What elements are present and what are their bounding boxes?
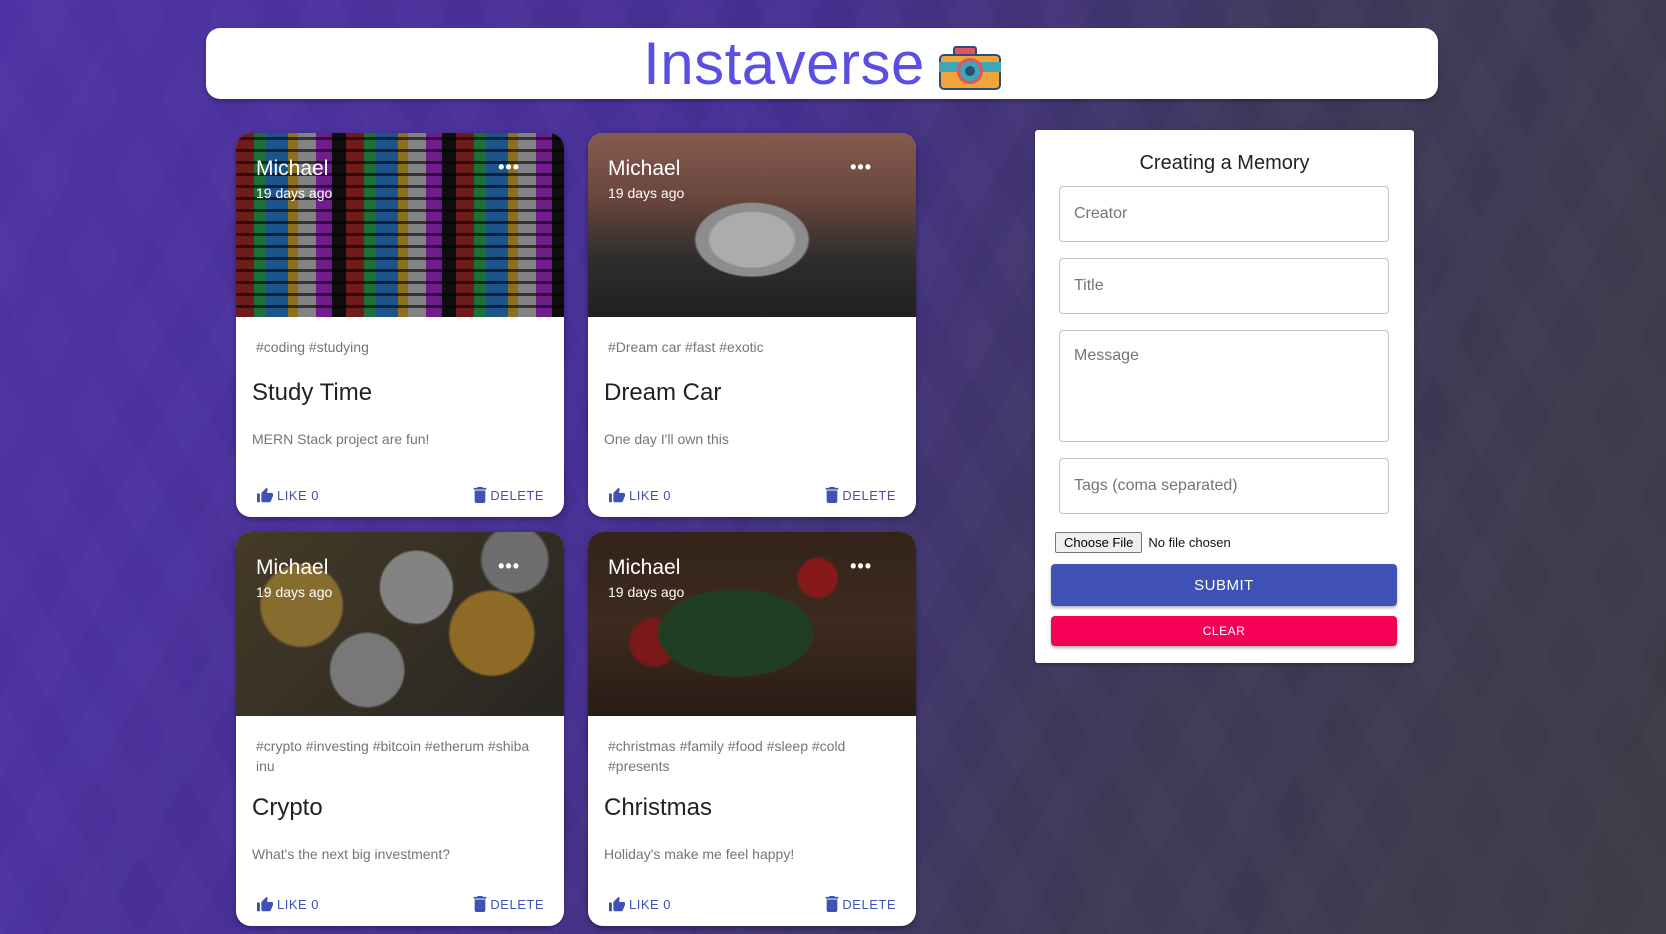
title-input[interactable] — [1060, 259, 1388, 313]
post-image: Michael 19 days ago ••• — [588, 133, 916, 317]
delete-label: DELETE — [842, 487, 896, 503]
delete-button[interactable]: DELETE — [473, 487, 544, 503]
like-button[interactable]: LIKE 0 — [256, 487, 319, 503]
post-message: What's the next big investment? — [252, 846, 450, 862]
message-input[interactable] — [1060, 331, 1388, 441]
post-tags: #Dream car #fast #exotic — [608, 339, 764, 355]
creator-input[interactable] — [1060, 187, 1388, 241]
post-time: 19 days ago — [608, 584, 685, 600]
like-button[interactable]: LIKE 0 — [256, 896, 319, 912]
post-time: 19 days ago — [256, 185, 333, 201]
post-card: Michael 19 days ago ••• #christmas #fami… — [588, 532, 916, 926]
post-card: Michael 19 days ago ••• #Dream car #fast… — [588, 133, 916, 517]
like-label: LIKE 0 — [629, 487, 672, 503]
trash-icon — [474, 487, 487, 503]
create-memory-form: Creating a Memory Choose File No file ch… — [1035, 130, 1414, 663]
like-label: LIKE 0 — [277, 487, 320, 503]
trash-icon — [826, 487, 839, 503]
like-button[interactable]: LIKE 0 — [608, 896, 671, 912]
post-creator: Michael — [256, 157, 329, 180]
tags-field[interactable] — [1059, 458, 1389, 514]
post-title: Study Time — [252, 379, 373, 406]
submit-button[interactable]: SUBMIT — [1051, 564, 1397, 606]
like-label: LIKE 0 — [629, 896, 672, 912]
post-message: MERN Stack project are fun! — [252, 431, 430, 447]
delete-label: DELETE — [490, 896, 544, 912]
more-options-icon[interactable]: ••• — [850, 556, 872, 577]
app-bar: Instaverse — [206, 28, 1438, 99]
post-card: Michael 19 days ago ••• #crypto #investi… — [236, 532, 564, 926]
trash-icon — [474, 896, 487, 912]
more-options-icon[interactable]: ••• — [498, 157, 520, 178]
camera-icon — [938, 44, 1001, 90]
delete-button[interactable]: DELETE — [825, 487, 896, 503]
post-time: 19 days ago — [608, 185, 685, 201]
file-input[interactable]: Choose File No file chosen — [1055, 532, 1231, 553]
delete-button[interactable]: DELETE — [473, 896, 544, 912]
choose-file-button[interactable]: Choose File — [1055, 532, 1143, 553]
message-field[interactable] — [1059, 330, 1389, 442]
more-options-icon[interactable]: ••• — [850, 157, 872, 178]
post-creator: Michael — [608, 556, 681, 579]
thumb-up-icon — [257, 896, 273, 912]
tags-input[interactable] — [1060, 459, 1388, 513]
post-tags: #crypto #investing #bitcoin #etherum #sh… — [256, 738, 530, 774]
post-creator: Michael — [608, 157, 681, 180]
post-image: Michael 19 days ago ••• — [236, 532, 564, 716]
like-label: LIKE 0 — [277, 896, 320, 912]
post-tags: #coding #studying — [256, 339, 369, 355]
delete-label: DELETE — [842, 896, 896, 912]
creator-field[interactable] — [1059, 186, 1389, 242]
thumb-up-icon — [609, 896, 625, 912]
app-title: Instaverse — [643, 30, 925, 97]
post-title: Dream Car — [604, 379, 722, 406]
form-heading: Creating a Memory — [1139, 152, 1310, 174]
thumb-up-icon — [609, 487, 625, 503]
clear-button[interactable]: CLEAR — [1051, 616, 1397, 646]
post-creator: Michael — [256, 556, 329, 579]
thumb-up-icon — [257, 487, 273, 503]
post-message: One day I'll own this — [604, 431, 729, 447]
post-image: Michael 19 days ago ••• — [588, 532, 916, 716]
post-time: 19 days ago — [256, 584, 333, 600]
post-title: Christmas — [604, 794, 713, 821]
post-card: Michael 19 days ago ••• #coding #studyin… — [236, 133, 564, 517]
like-button[interactable]: LIKE 0 — [608, 487, 671, 503]
post-message: Holiday's make me feel happy! — [604, 846, 795, 862]
more-options-icon[interactable]: ••• — [498, 556, 520, 577]
post-title: Crypto — [252, 794, 323, 821]
delete-button[interactable]: DELETE — [825, 896, 896, 912]
trash-icon — [826, 896, 839, 912]
delete-label: DELETE — [490, 487, 544, 503]
file-status: No file chosen — [1148, 535, 1231, 550]
title-field[interactable] — [1059, 258, 1389, 314]
post-image: Michael 19 days ago ••• — [236, 133, 564, 317]
post-tags: #christmas #family #food #sleep #cold #p… — [608, 738, 846, 774]
